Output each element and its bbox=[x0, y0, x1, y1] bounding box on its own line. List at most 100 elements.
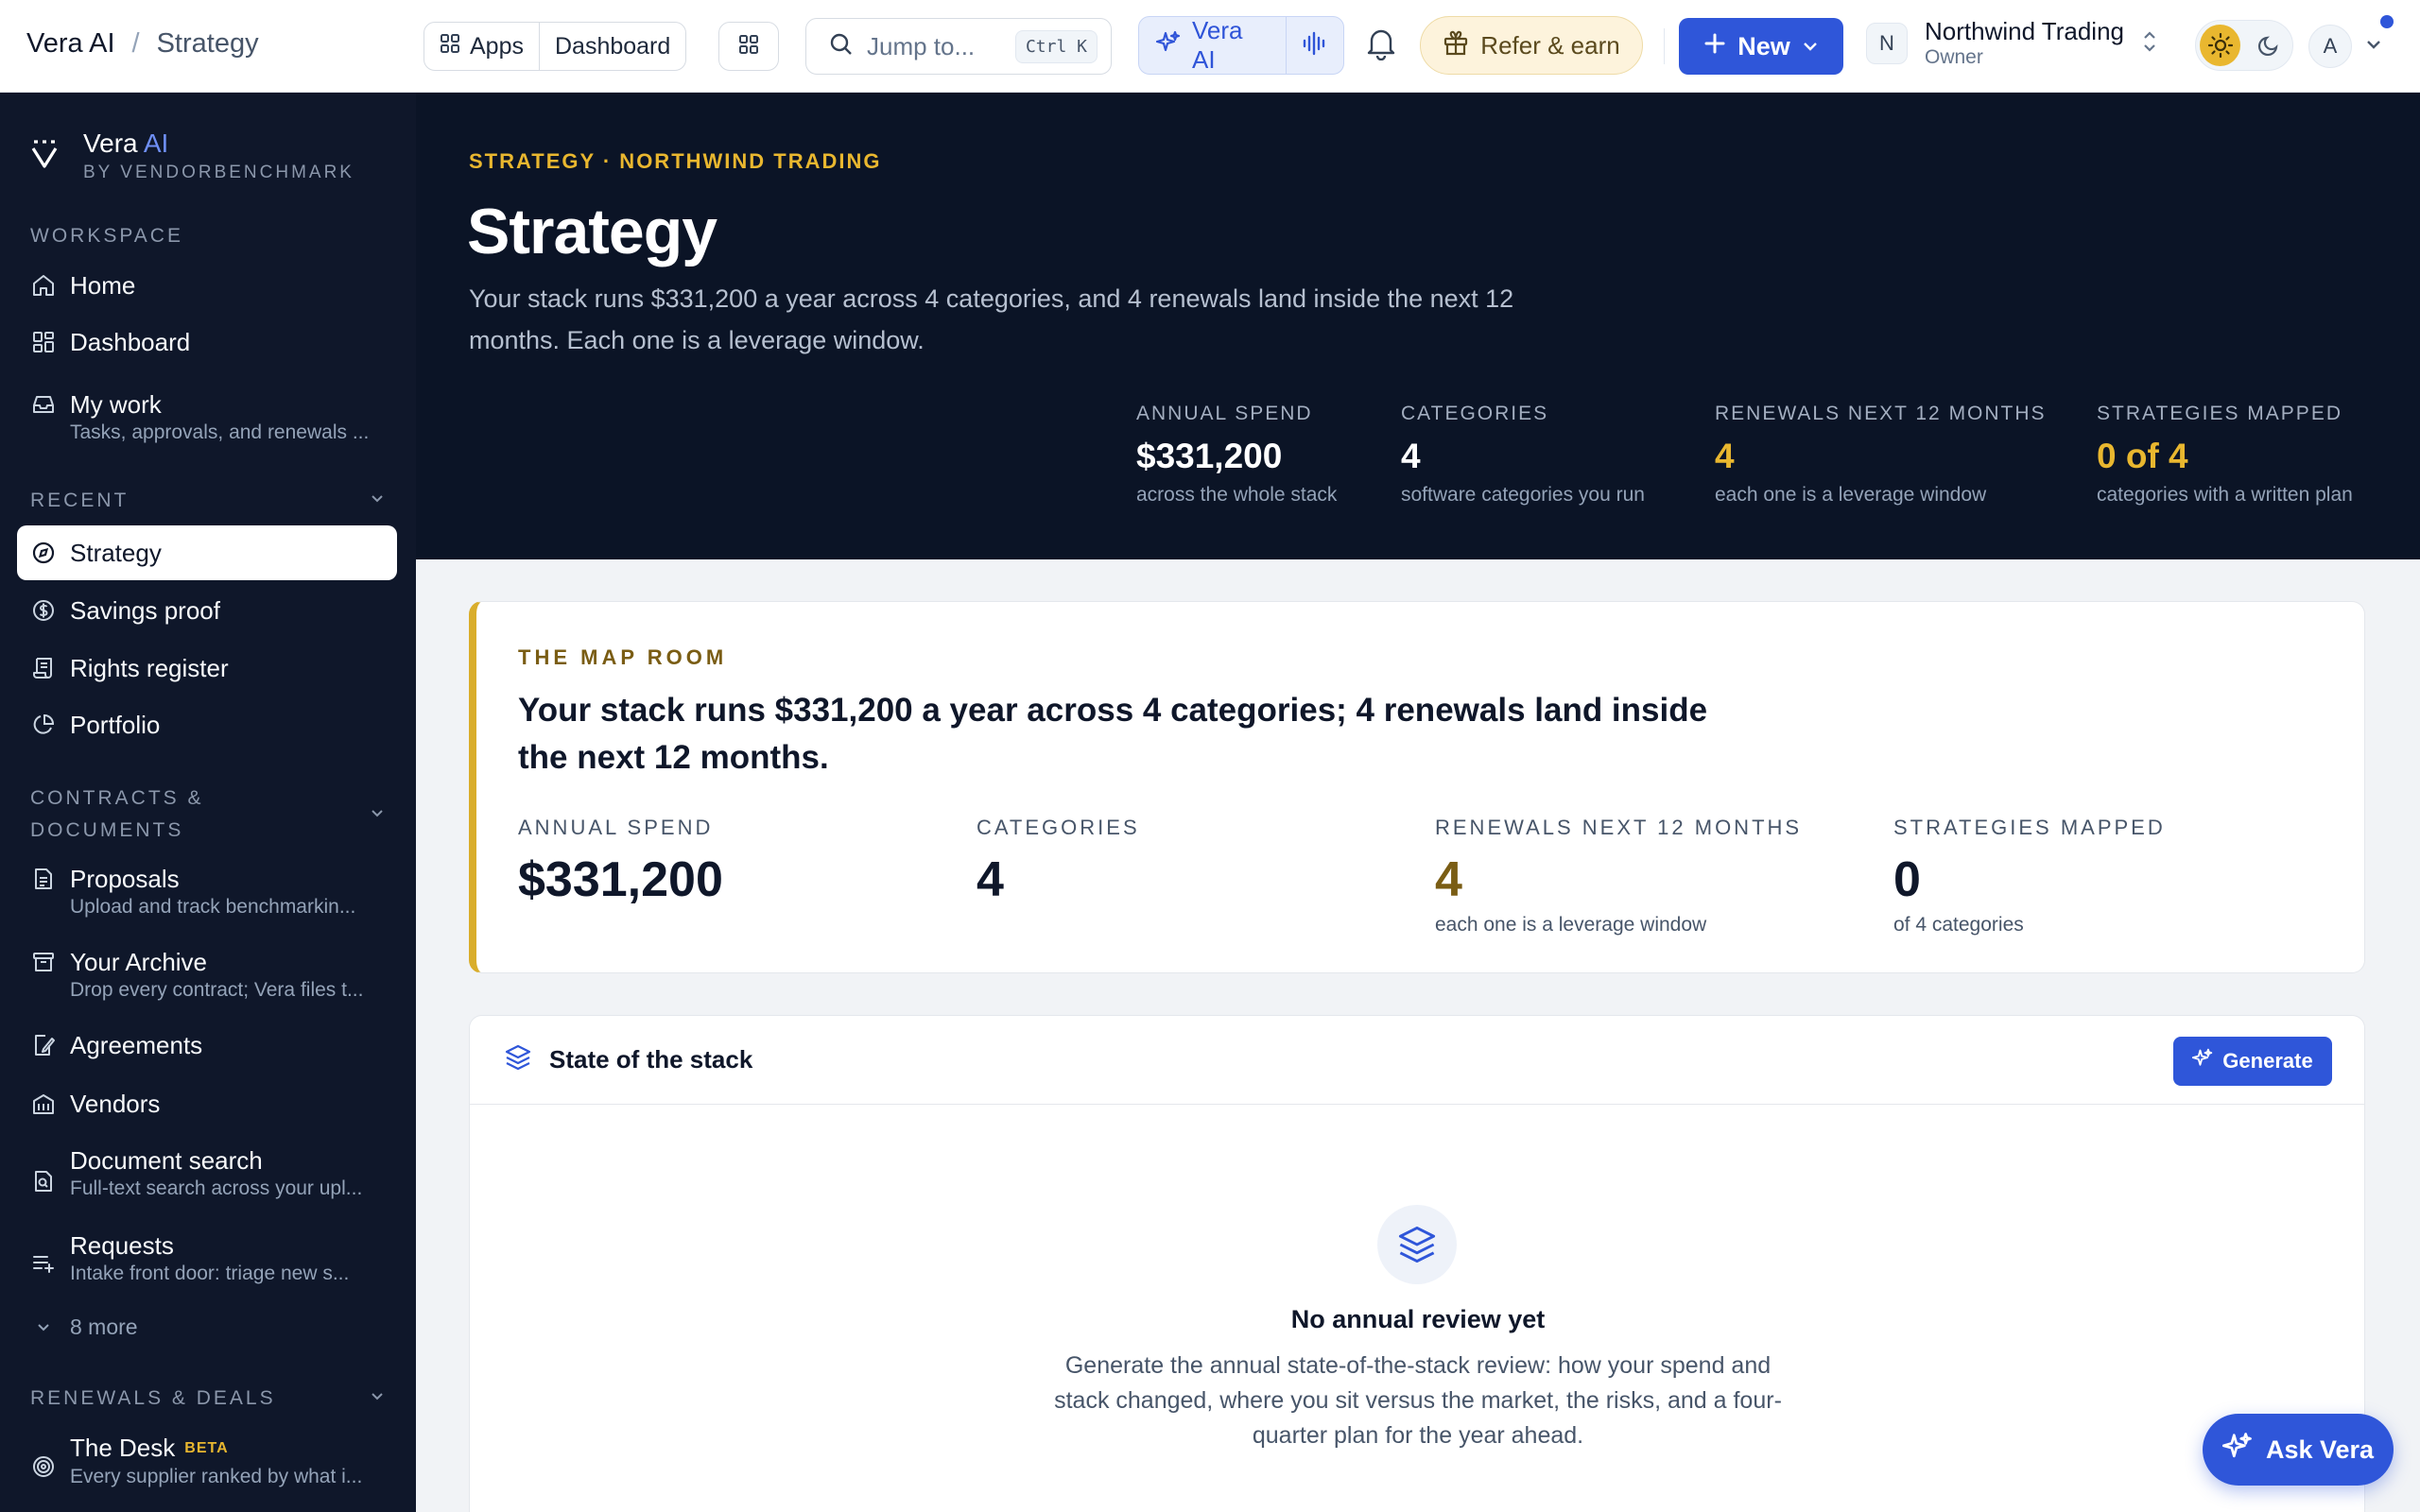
sidebar-item-sub: Every supplier ranked by what i... bbox=[70, 1466, 363, 1487]
stat-value: 4 bbox=[1715, 437, 1735, 475]
page-title: Strategy bbox=[467, 196, 717, 267]
map-stat-strategies-mapped: STRATEGIES MAPPED 0 of 4 categories bbox=[1893, 816, 2166, 936]
pie-chart-icon bbox=[30, 710, 57, 740]
dashboard-grid-icon bbox=[30, 327, 57, 357]
vera-ai-pill: Vera AI bbox=[1138, 16, 1344, 75]
organization-switcher[interactable]: N Northwind Trading Owner bbox=[1866, 17, 2158, 70]
sidebar-item-your-archive[interactable]: Your Archive Drop every contract; Vera f… bbox=[17, 947, 397, 1004]
contracts-section-title[interactable]: CONTRACTS & DOCUMENTS bbox=[30, 782, 386, 847]
sidebar-item-vendors[interactable]: Vendors bbox=[17, 1089, 397, 1119]
recent-section-title[interactable]: RECENT bbox=[30, 490, 386, 512]
building-icon bbox=[30, 1089, 57, 1119]
brand-sub: BY VENDORBENCHMARK bbox=[83, 163, 354, 182]
stat-key: STRATEGIES MAPPED bbox=[1893, 816, 2166, 839]
sidebar-item-label: Document search bbox=[70, 1146, 263, 1175]
stat-sub: each one is a leverage window bbox=[1715, 484, 1987, 506]
scroll-icon bbox=[30, 653, 57, 683]
chevron-down-icon bbox=[369, 490, 386, 512]
chevrons-up-down-icon bbox=[2141, 29, 2158, 59]
state-of-stack-card: State of the stack Generate No annual re… bbox=[469, 1015, 2365, 1512]
vera-ai-button[interactable]: Vera AI bbox=[1139, 16, 1286, 74]
sidebar-item-label: Dashboard bbox=[70, 328, 191, 356]
sun-icon[interactable] bbox=[2200, 25, 2240, 66]
stat-value: 0 of 4 bbox=[2097, 437, 2188, 475]
dashboard-button[interactable]: Dashboard bbox=[538, 23, 685, 70]
map-room-eyebrow: THE MAP ROOM bbox=[518, 645, 728, 669]
sidebar-item-sub: Drop every contract; Vera files t... bbox=[70, 979, 364, 1001]
map-room-card: THE MAP ROOM Your stack runs $331,200 a … bbox=[469, 601, 2365, 973]
apps-grid-icon bbox=[440, 33, 460, 60]
refer-label: Refer & earn bbox=[1480, 30, 1620, 60]
org-name: Northwind Trading bbox=[1925, 17, 2124, 45]
moon-icon[interactable] bbox=[2248, 25, 2289, 66]
layout-grid-icon bbox=[738, 34, 759, 60]
file-search-icon bbox=[30, 1166, 57, 1196]
stat-value: 0 bbox=[1893, 852, 1921, 907]
search-shortcut: Ctrl K bbox=[1014, 29, 1098, 63]
sidebar-item-dashboard[interactable]: Dashboard bbox=[17, 327, 397, 357]
sidebar-item-sub: Full-text search across your upl... bbox=[70, 1177, 363, 1199]
list-plus-icon bbox=[30, 1247, 57, 1278]
stat-key: STRATEGIES MAPPED bbox=[2097, 403, 2342, 424]
sidebar-item-savings-proof[interactable]: Savings proof bbox=[17, 595, 397, 626]
generate-button[interactable]: Generate bbox=[2173, 1037, 2332, 1086]
sidebar-item-document-search[interactable]: Document search Full-text search across … bbox=[17, 1145, 397, 1202]
sidebar-item-label: Home bbox=[70, 271, 136, 300]
more-label: 8 more bbox=[70, 1314, 138, 1339]
sidebar-item-portfolio[interactable]: Portfolio bbox=[17, 710, 397, 740]
sidebar-item-proposals[interactable]: Proposals Upload and track benchmarkin..… bbox=[17, 864, 397, 920]
dashboard-label: Dashboard bbox=[554, 32, 671, 60]
brand-name: Vera bbox=[83, 129, 138, 158]
jump-search-input[interactable]: Jump to... Ctrl K bbox=[805, 18, 1112, 75]
map-stat-annual-spend: ANNUAL SPEND $331,200 bbox=[518, 816, 723, 908]
stat-value: $331,200 bbox=[518, 852, 723, 907]
inbox-icon bbox=[30, 389, 57, 420]
stat-key: ANNUAL SPEND bbox=[518, 816, 714, 839]
search-placeholder: Jump to... bbox=[867, 31, 976, 60]
theme-toggle[interactable] bbox=[2195, 20, 2293, 71]
sidebar-item-my-work[interactable]: My work Tasks, approvals, and renewals .… bbox=[17, 389, 397, 446]
sidebar-item-strategy[interactable]: Strategy bbox=[17, 525, 397, 580]
sidebar-item-requests[interactable]: Requests Intake front door: triage new s… bbox=[17, 1230, 397, 1287]
sidebar-item-label: Portfolio bbox=[70, 711, 161, 739]
stat-key: CATEGORIES bbox=[1401, 403, 1549, 424]
stat-key: ANNUAL SPEND bbox=[1136, 403, 1313, 424]
renewals-section-title[interactable]: RENEWALS & DEALS bbox=[30, 1387, 386, 1410]
chevron-down-icon bbox=[369, 799, 386, 847]
state-of-stack-header: State of the stack bbox=[470, 1016, 2364, 1105]
breadcrumb-root[interactable]: Vera AI bbox=[26, 28, 115, 60]
account-menu[interactable]: A bbox=[2308, 15, 2394, 68]
sidebar-item-sub: Tasks, approvals, and renewals ... bbox=[70, 421, 370, 443]
notification-dot bbox=[2380, 15, 2394, 28]
recent-title-text: RECENT bbox=[30, 490, 130, 511]
hero-stat-renewals: RENEWALS NEXT 12 MONTHS 4 each one is a … bbox=[1715, 403, 2047, 507]
new-button[interactable]: New bbox=[1679, 18, 1843, 75]
sidebar-item-the-desk[interactable]: The Desk BETA Every supplier ranked by wh… bbox=[17, 1433, 397, 1490]
breadcrumb-separator: / bbox=[131, 28, 140, 59]
sidebar-item-label: Your Archive bbox=[70, 948, 208, 976]
sidebar-item-agreements[interactable]: Agreements bbox=[17, 1030, 397, 1060]
sidebar-more-toggle[interactable]: 8 more bbox=[17, 1312, 397, 1342]
sidebar-item-rights-register[interactable]: Rights register bbox=[17, 653, 397, 683]
sidebar-item-label: Savings proof bbox=[70, 596, 220, 625]
refer-and-earn-button[interactable]: Refer & earn bbox=[1420, 16, 1643, 75]
stat-sub: of 4 categories bbox=[1893, 914, 2024, 936]
org-badge: N bbox=[1866, 23, 1908, 64]
apps-button[interactable]: Apps bbox=[424, 23, 539, 70]
workspace-title-text: WORKSPACE bbox=[30, 225, 183, 247]
notifications-button[interactable] bbox=[1365, 26, 1397, 65]
chevron-down-icon bbox=[2365, 36, 2382, 58]
home-icon bbox=[30, 270, 57, 301]
sidebar-item-label: Requests bbox=[70, 1231, 174, 1260]
empty-state-layers-icon bbox=[1377, 1205, 1457, 1284]
contracts-title-line-2: DOCUMENTS bbox=[30, 819, 184, 841]
brand-logo[interactable]: Vera AI BY VENDORBENCHMARK bbox=[30, 129, 354, 183]
ask-vera-button[interactable]: Ask Vera bbox=[2203, 1414, 2394, 1486]
stat-value: $331,200 bbox=[1136, 437, 1283, 475]
sidebar-item-home[interactable]: Home bbox=[17, 270, 397, 301]
new-label: New bbox=[1737, 31, 1790, 60]
layout-grid-button[interactable] bbox=[718, 22, 779, 71]
voice-button[interactable] bbox=[1286, 17, 1343, 74]
chevron-down-icon bbox=[1802, 32, 1819, 61]
stat-key: RENEWALS NEXT 12 MONTHS bbox=[1715, 403, 2047, 424]
